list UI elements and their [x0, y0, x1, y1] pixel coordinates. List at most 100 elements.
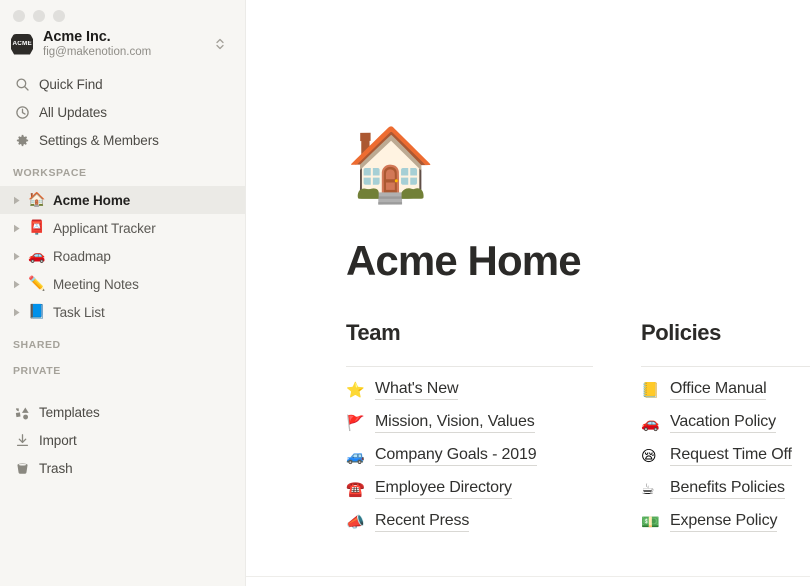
chevron-up-down-icon[interactable] [215, 36, 235, 52]
sidebar-item-templates[interactable]: Templates [0, 398, 245, 426]
telephone-emoji: ☎️ [346, 479, 365, 498]
sidebar-page-meeting-notes[interactable]: ✏️ Meeting Notes [0, 270, 245, 298]
main-content: 🏠 Acme Home Team ⭐ What's New 🚩 Mission,… [246, 0, 810, 586]
page-link-benefits-policies[interactable]: ☕ Benefits Policies [641, 473, 810, 506]
page-title[interactable]: Acme Home [346, 237, 810, 284]
page-link-employee-directory[interactable]: ☎️ Employee Directory [346, 473, 593, 506]
page-link-office-manual[interactable]: 📒 Office Manual [641, 374, 810, 407]
sidebar-item-label: All Updates [39, 104, 107, 120]
workspace-meta: Acme Inc. fig@makenotion.com [43, 29, 215, 60]
zoom-window-button[interactable] [53, 10, 65, 22]
column-policies: Policies 📒 Office Manual 🚗 Vacation Poli… [641, 320, 810, 538]
sidebar-page-label: Applicant Tracker [53, 220, 156, 236]
sidebar-item-settings-members[interactable]: Settings & Members [0, 126, 245, 154]
blue-book-emoji: 📘 [28, 304, 46, 320]
divider [346, 365, 593, 367]
sidebar: ACME Acme Inc. fig@makenotion.com Quick … [0, 0, 246, 586]
sidebar-item-label: Trash [39, 460, 73, 476]
gear-icon [13, 131, 31, 149]
sidebar-item-label: Quick Find [39, 76, 103, 92]
chevron-right-icon[interactable] [10, 249, 24, 263]
page-link-mission-vision-values[interactable]: 🚩 Mission, Vision, Values [346, 407, 593, 440]
red-car-emoji: 🚗 [641, 413, 660, 432]
column-heading: Policies [641, 320, 721, 346]
postbox-emoji: 📮 [28, 220, 46, 236]
divider [641, 365, 810, 367]
page-link-vacation-policy[interactable]: 🚗 Vacation Policy [641, 407, 810, 440]
sidebar-item-quick-find[interactable]: Quick Find [0, 70, 245, 98]
star-emoji: ⭐ [346, 380, 365, 399]
sidebar-item-label: Import [39, 432, 77, 448]
link-columns: Team ⭐ What's New 🚩 Mission, Vision, Val… [346, 320, 810, 538]
page-link-label: Employee Directory [375, 479, 512, 500]
page-link-label: Vacation Policy [670, 413, 776, 434]
pencil-emoji: ✏️ [28, 276, 46, 292]
column-heading: Team [346, 320, 401, 346]
page-link-label: Mission, Vision, Values [375, 413, 535, 434]
clock-icon [13, 103, 31, 121]
sidebar-item-trash[interactable]: Trash [0, 454, 245, 482]
sidebar-item-label: Settings & Members [39, 132, 159, 148]
templates-icon [13, 403, 31, 421]
house-emoji[interactable]: 🏠 [346, 128, 810, 206]
workspace-name: Acme Inc. [43, 28, 111, 45]
close-window-button[interactable] [13, 10, 25, 22]
page-link-recent-press[interactable]: 📣 Recent Press [346, 506, 593, 539]
column-team: Team ⭐ What's New 🚩 Mission, Vision, Val… [346, 320, 641, 538]
chevron-right-icon[interactable] [10, 193, 24, 207]
acme-logo-label: ACME [12, 41, 32, 47]
blue-car-emoji: 🚙 [346, 446, 365, 465]
megaphone-emoji: 📣 [346, 512, 365, 531]
page-body: 🏠 Acme Home Team ⭐ What's New 🚩 Mission,… [246, 128, 810, 539]
import-icon [13, 431, 31, 449]
minimize-window-button[interactable] [33, 10, 45, 22]
workspace-switcher[interactable]: ACME Acme Inc. fig@makenotion.com [0, 22, 245, 64]
chevron-right-icon[interactable] [10, 305, 24, 319]
car-emoji: 🚗 [28, 248, 46, 264]
page-link-company-goals-2019[interactable]: 🚙 Company Goals - 2019 [346, 440, 593, 473]
page-link-label: Benefits Policies [670, 479, 785, 500]
page-link-expense-policy[interactable]: 💵 Expense Policy [641, 506, 810, 539]
sidebar-item-label: Templates [39, 404, 100, 420]
triangular-flag-emoji: 🚩 [346, 413, 365, 432]
search-icon [13, 75, 31, 93]
sidebar-page-label: Meeting Notes [53, 276, 139, 292]
sidebar-utilities: Templates Import Trash [0, 398, 245, 482]
section-label-shared: SHARED [13, 339, 61, 351]
window-traffic-lights [0, 0, 245, 22]
section-label-workspace: WORKSPACE [13, 167, 87, 179]
sidebar-item-import[interactable]: Import [0, 426, 245, 454]
acme-logo-icon: ACME [11, 33, 33, 55]
trash-icon [13, 459, 31, 477]
workspace-page-list: 🏠 Acme Home 📮 Applicant Tracker 🚗 Roadma… [0, 186, 245, 326]
ledger-emoji: 📒 [641, 380, 660, 399]
page-link-label: Expense Policy [670, 512, 777, 533]
chevron-right-icon[interactable] [10, 221, 24, 235]
section-label-private: PRIVATE [13, 365, 61, 377]
sidebar-page-label: Roadmap [53, 248, 111, 264]
dollar-banknote-emoji: 💵 [641, 512, 660, 531]
chevron-right-icon[interactable] [10, 277, 24, 291]
bottom-divider [246, 576, 810, 577]
page-link-label: Recent Press [375, 512, 469, 533]
sidebar-page-roadmap[interactable]: 🚗 Roadmap [0, 242, 245, 270]
page-link-label: What's New [375, 380, 459, 401]
workspace-email: fig@makenotion.com [43, 46, 152, 59]
page-link-label: Office Manual [670, 380, 767, 401]
sleepy-face-emoji: 😪 [641, 446, 657, 465]
sidebar-page-acme-home[interactable]: 🏠 Acme Home [0, 186, 245, 214]
sidebar-page-label: Acme Home [53, 192, 131, 208]
page-link-label: Request Time Off [670, 446, 792, 467]
house-emoji: 🏠 [28, 192, 46, 208]
coffee-emoji: ☕ [641, 479, 655, 498]
page-link-whats-new[interactable]: ⭐ What's New [346, 374, 593, 407]
sidebar-page-label: Task List [53, 304, 105, 320]
page-link-label: Company Goals - 2019 [375, 446, 537, 467]
sidebar-page-applicant-tracker[interactable]: 📮 Applicant Tracker [0, 214, 245, 242]
sidebar-nav: Quick Find All Updates Settings & Member… [0, 70, 245, 154]
sidebar-page-task-list[interactable]: 📘 Task List [0, 298, 245, 326]
notion-window: ACME Acme Inc. fig@makenotion.com Quick … [0, 0, 810, 586]
page-link-request-time-off[interactable]: 😪 Request Time Off [641, 440, 810, 473]
sidebar-item-all-updates[interactable]: All Updates [0, 98, 245, 126]
